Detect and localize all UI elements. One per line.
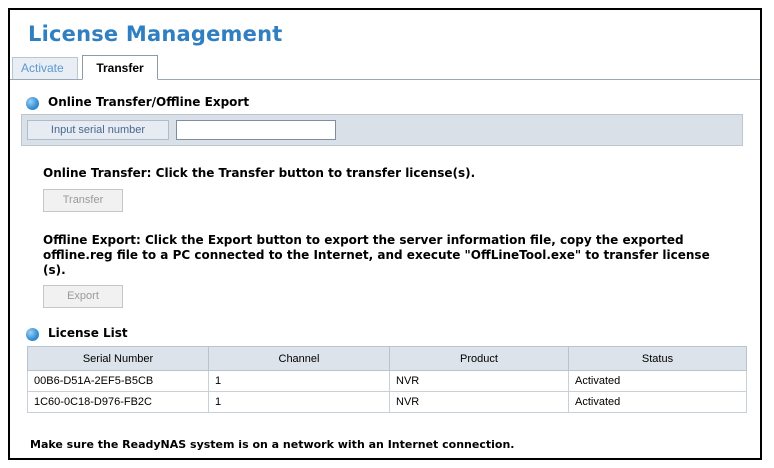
serial-number-row: Input serial number: [21, 114, 743, 146]
section-bullet-icon: [26, 97, 39, 110]
cell-product: NVR: [389, 370, 569, 392]
page-title: License Management: [28, 22, 283, 46]
cell-product: NVR: [389, 391, 569, 413]
network-notice: Make sure the ReadyNAS system is on a ne…: [30, 438, 515, 451]
cell-serial: 00B6-D51A-2EF5-B5CB: [27, 370, 209, 392]
license-table: Serial Number Channel Product Status 00B…: [27, 346, 747, 413]
column-header-product: Product: [389, 346, 569, 371]
column-header-status: Status: [568, 346, 747, 371]
cell-serial: 1C60-0C18-D976-FB2C: [27, 391, 209, 413]
export-button[interactable]: Export: [43, 285, 123, 308]
cell-status: Activated: [568, 391, 747, 413]
column-header-serial: Serial Number: [27, 346, 209, 371]
column-header-channel: Channel: [208, 346, 390, 371]
transfer-section-title: Online Transfer/Offline Export: [48, 95, 250, 109]
table-row[interactable]: 00B6-D51A-2EF5-B5CB 1 NVR Activated: [27, 370, 747, 392]
offline-export-text-line3: (s).: [43, 263, 66, 277]
transfer-button[interactable]: Transfer: [43, 189, 123, 212]
table-row[interactable]: 1C60-0C18-D976-FB2C 1 NVR Activated: [27, 391, 747, 413]
license-management-window: License Management Activate Transfer Onl…: [8, 8, 762, 460]
online-transfer-text: Online Transfer: Click the Transfer butt…: [43, 166, 476, 180]
tab-activate[interactable]: Activate: [12, 57, 78, 79]
offline-export-text-line1: Offline Export: Click the Export button …: [43, 233, 684, 247]
section-bullet-icon: [26, 328, 39, 341]
tab-bar: Activate Transfer: [10, 55, 760, 80]
cell-channel: 1: [208, 370, 390, 392]
offline-export-text-line2: offline.reg file to a PC connected to th…: [43, 248, 710, 262]
cell-status: Activated: [568, 370, 747, 392]
table-header-row: Serial Number Channel Product Status: [27, 346, 747, 371]
cell-channel: 1: [208, 391, 390, 413]
license-list-title: License List: [48, 326, 128, 340]
serial-number-input[interactable]: [176, 120, 336, 140]
tab-transfer[interactable]: Transfer: [82, 55, 158, 80]
serial-number-label: Input serial number: [27, 120, 169, 140]
